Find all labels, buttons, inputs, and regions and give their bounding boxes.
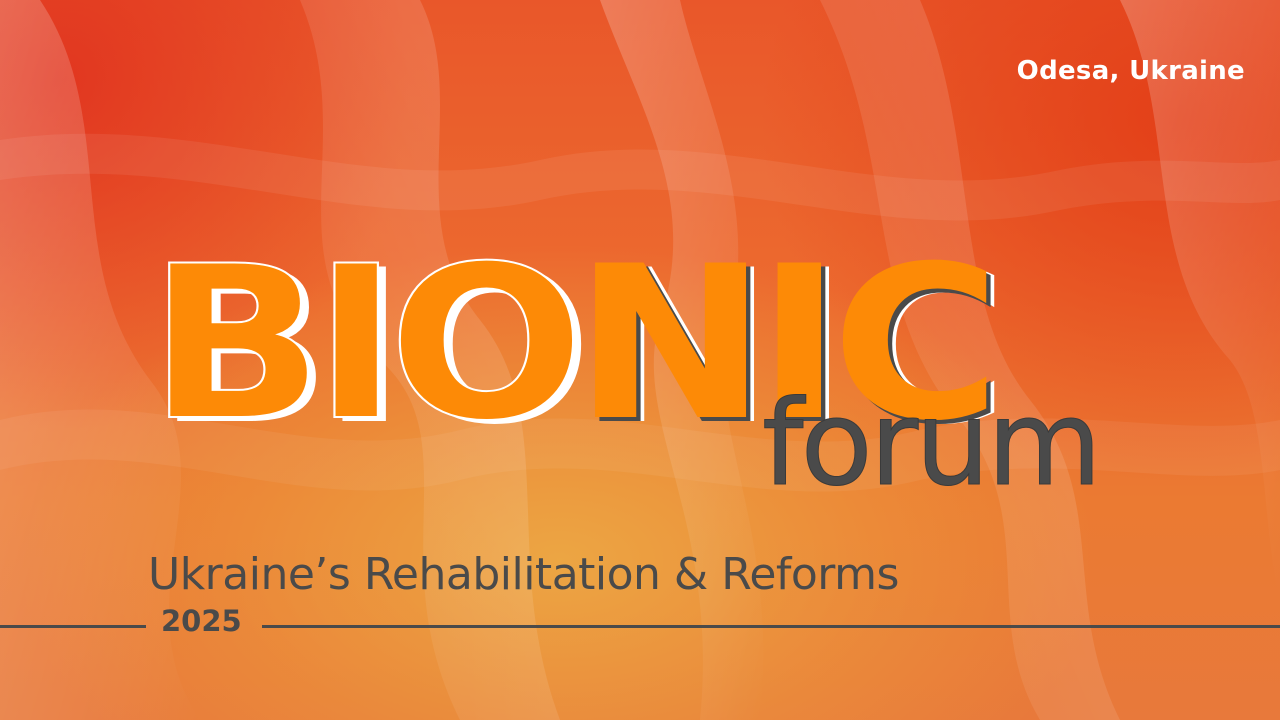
divider-line-left xyxy=(0,625,146,628)
title-main-head: BIO xyxy=(147,220,586,467)
event-location: Odesa, Ukraine xyxy=(1016,56,1245,86)
title-secondary: forum xyxy=(762,374,1103,512)
event-banner: Odesa, Ukraine BIONIC BIONIC forum Ukrai… xyxy=(0,0,1280,720)
divider-line-right xyxy=(262,625,1280,628)
event-subtitle: Ukraine’s Rehabilitation & Reforms xyxy=(148,549,899,600)
event-year: 2025 xyxy=(161,604,242,638)
